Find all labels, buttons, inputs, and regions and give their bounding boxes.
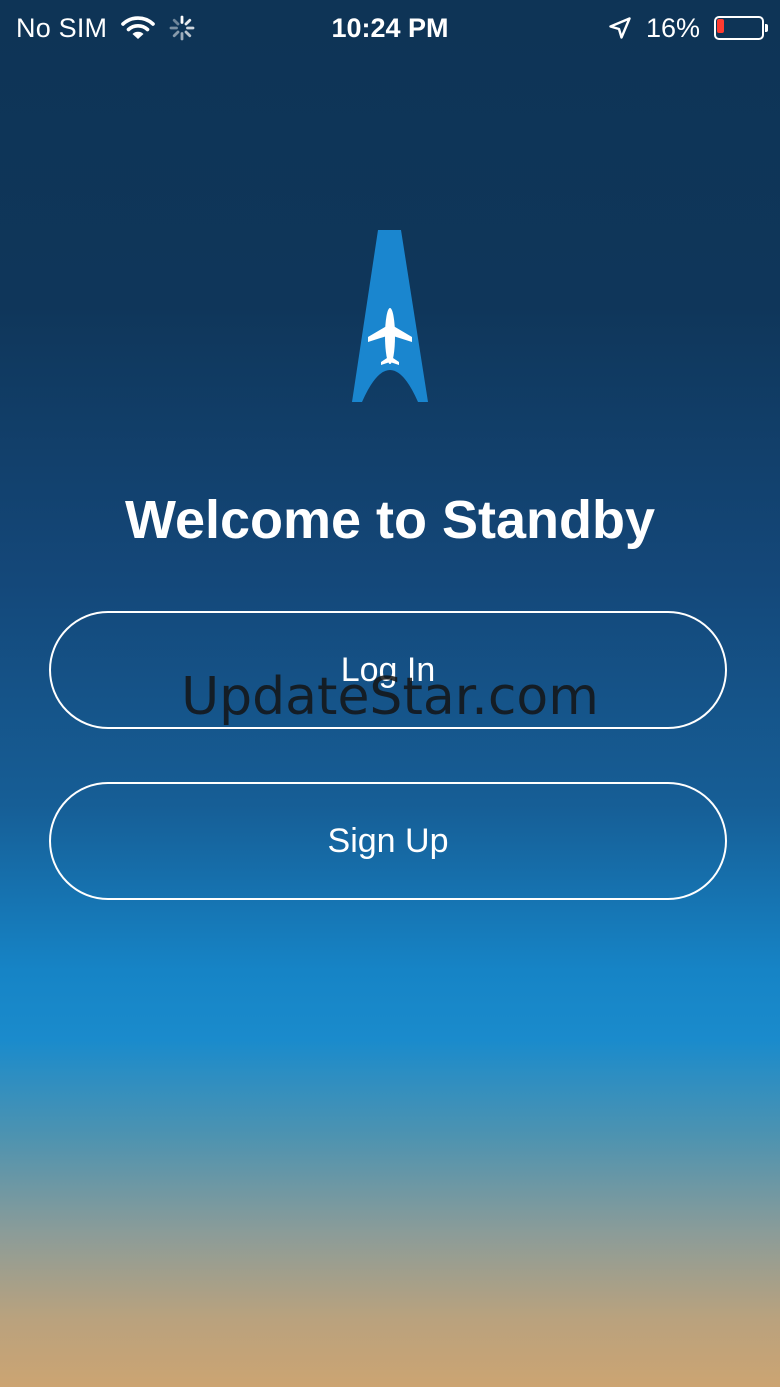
airplane-runway-logo bbox=[350, 228, 430, 404]
log-in-label: Log In bbox=[340, 650, 436, 689]
welcome-title: Welcome to Standby bbox=[124, 490, 656, 550]
sign-up-button[interactable]: Sign Up bbox=[49, 782, 727, 900]
log-in-button[interactable]: Log In bbox=[49, 611, 727, 729]
battery-level-fill bbox=[717, 19, 724, 33]
status-right: 16% bbox=[608, 8, 768, 48]
location-arrow-icon bbox=[608, 16, 632, 40]
status-bar: No SIM 10:24 PM 16% bbox=[0, 0, 780, 56]
sign-up-label: Sign Up bbox=[327, 821, 449, 860]
battery-icon bbox=[714, 16, 768, 40]
battery-percent: 16% bbox=[645, 12, 700, 43]
battery-tip bbox=[765, 24, 768, 32]
